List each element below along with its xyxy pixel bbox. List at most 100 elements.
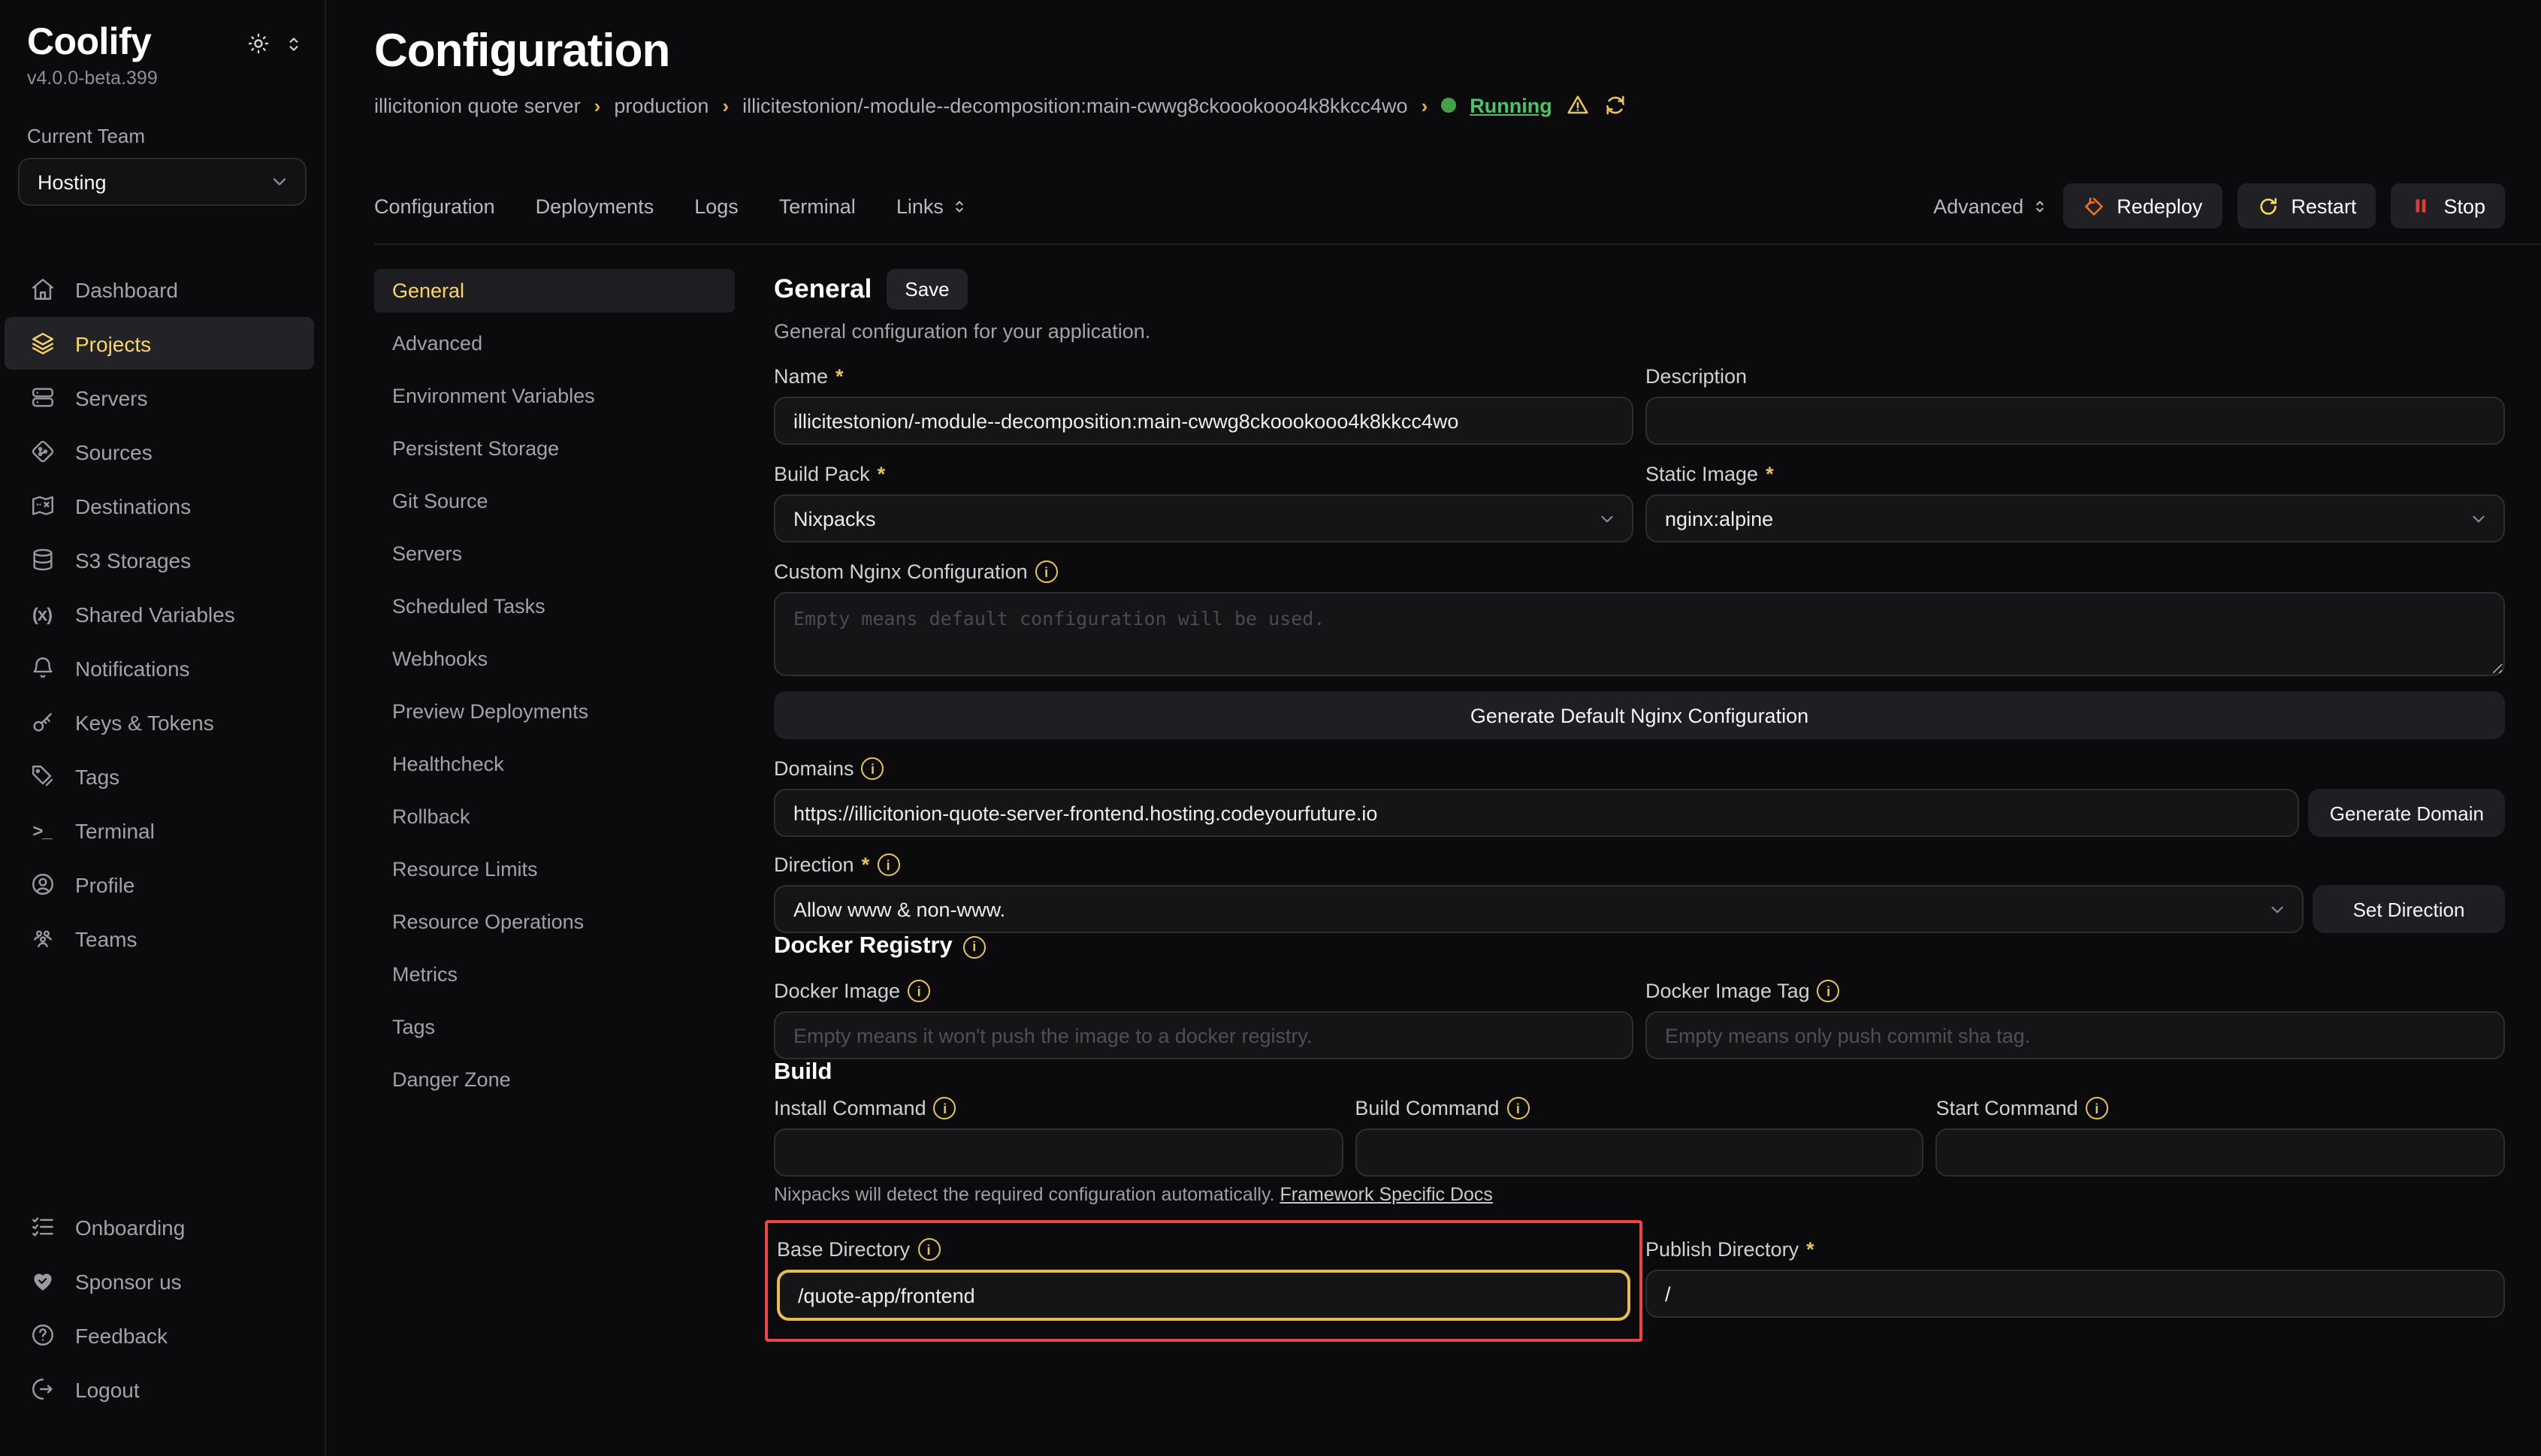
sidebar-item-keys-tokens[interactable]: Keys & Tokens [5,696,314,748]
tab-deployments[interactable]: Deployments [536,195,654,217]
version-switch-icon[interactable] [284,34,304,53]
domains-label: Domains [774,757,854,780]
restart-button[interactable]: Restart [2237,183,2376,228]
generate-domain-button[interactable]: Generate Domain [2309,789,2505,837]
sidebar-item-destinations[interactable]: Destinations [5,479,314,532]
app-logo[interactable]: Coolify [27,21,158,65]
sidebar-item-projects[interactable]: Projects [5,317,314,370]
tab-links[interactable]: Links [896,195,968,217]
sidebar-item-profile[interactable]: Profile [5,858,314,911]
required-asterisk: * [835,365,844,388]
team-select[interactable]: Hosting [18,158,307,206]
info-icon[interactable]: i [2086,1097,2108,1119]
theme-toggle-icon[interactable] [246,32,270,56]
config-menu-metrics[interactable]: Metrics [374,953,735,996]
publish-directory-label: Publish Directory [1645,1238,1799,1261]
direction-label: Direction [774,853,854,876]
generate-nginx-button[interactable]: Generate Default Nginx Configuration [774,691,2505,739]
custom-nginx-textarea[interactable] [774,592,2505,676]
team-select-value: Hosting [38,171,107,193]
build-command-input[interactable] [1355,1128,1923,1177]
sidebar-item-servers[interactable]: Servers [5,371,314,424]
sidebar-nav: Dashboard Projects Servers Sources Desti… [0,263,325,966]
sidebar-item-teams[interactable]: Teams [5,912,314,965]
docker-image-tag-input[interactable] [1645,1011,2505,1059]
domains-input[interactable] [774,789,2300,837]
current-team-label: Current Team [0,125,325,147]
config-menu-healthcheck[interactable]: Healthcheck [374,742,735,786]
config-menu-servers[interactable]: Servers [374,532,735,575]
config-menu-advanced[interactable]: Advanced [374,322,735,365]
sidebar-item-shared-variables[interactable]: (x) Shared Variables [5,588,314,640]
framework-docs-link[interactable]: Framework Specific Docs [1280,1184,1493,1205]
config-menu-danger-zone[interactable]: Danger Zone [374,1058,735,1101]
config-menu-tags[interactable]: Tags [374,1005,735,1049]
info-icon[interactable]: i [963,935,986,958]
sidebar-item-onboarding[interactable]: Onboarding [5,1201,314,1253]
config-menu-scheduled-tasks[interactable]: Scheduled Tasks [374,585,735,628]
config-menu-general[interactable]: General [374,269,735,313]
set-direction-button[interactable]: Set Direction [2313,885,2505,933]
stop-button[interactable]: Stop [2391,183,2505,228]
redeploy-button[interactable]: Redeploy [2062,183,2222,228]
config-menu-git-source[interactable]: Git Source [374,479,735,523]
info-icon[interactable]: i [1035,560,1058,583]
info-icon[interactable]: i [1506,1097,1529,1119]
heart-icon [29,1268,56,1294]
sidebar-item-terminal[interactable]: >_ Terminal [5,804,314,856]
config-menu-environment-variables[interactable]: Environment Variables [374,374,735,418]
config-menu-persistent-storage[interactable]: Persistent Storage [374,427,735,470]
info-icon[interactable]: i [877,853,899,876]
tab-logs[interactable]: Logs [694,195,739,217]
status-dot [1441,98,1456,113]
status-link[interactable]: Running [1470,94,1551,116]
sidebar-item-sources[interactable]: Sources [5,425,314,478]
publish-directory-input[interactable] [1645,1270,2505,1318]
tab-terminal[interactable]: Terminal [779,195,856,217]
info-icon[interactable]: i [862,757,884,780]
custom-nginx-label: Custom Nginx Configuration [774,560,1028,583]
direction-select[interactable]: Allow www & non-www. [774,885,2304,933]
breadcrumb-project[interactable]: illicitonion quote server [374,94,581,116]
advanced-dropdown[interactable]: Advanced [1933,195,2047,217]
map-icon [29,493,56,518]
warning-icon[interactable] [1566,93,1590,117]
config-menu-resource-limits[interactable]: Resource Limits [374,847,735,891]
config-menu-rollback[interactable]: Rollback [374,795,735,838]
static-image-select[interactable]: nginx:alpine [1645,494,2505,542]
info-icon[interactable]: i [1817,980,1840,1002]
required-asterisk: * [862,853,870,876]
config-menu-webhooks[interactable]: Webhooks [374,637,735,681]
sidebar-footer: Onboarding Sponsor us Feedback Logout [0,1201,325,1417]
build-pack-label: Build Pack [774,463,870,485]
config-menu-resource-operations[interactable]: Resource Operations [374,900,735,944]
sidebar-item-sponsor-us[interactable]: Sponsor us [5,1255,314,1307]
docker-image-input[interactable] [774,1011,1633,1059]
save-button[interactable]: Save [887,269,967,310]
info-icon[interactable]: i [917,1238,940,1261]
sidebar-item-s3-storages[interactable]: S3 Storages [5,533,314,586]
tab-configuration[interactable]: Configuration [374,195,495,217]
description-input[interactable] [1645,397,2505,445]
build-pack-select[interactable]: Nixpacks [774,494,1633,542]
sidebar-item-notifications[interactable]: Notifications [5,642,314,694]
base-directory-input[interactable] [777,1270,1630,1321]
info-icon[interactable]: i [908,980,930,1002]
layers-icon [29,331,56,356]
name-input[interactable] [774,397,1633,445]
info-icon[interactable]: i [934,1097,956,1119]
sidebar-item-feedback[interactable]: Feedback [5,1309,314,1361]
install-command-input[interactable] [774,1128,1343,1177]
sidebar-item-dashboard[interactable]: Dashboard [5,263,314,316]
config-menu-preview-deployments[interactable]: Preview Deployments [374,690,735,733]
docker-image-tag-label: Docker Image Tag [1645,980,1810,1002]
breadcrumb-resource[interactable]: illicitestonion/-module--decomposition:m… [742,94,1407,116]
sidebar-item-logout[interactable]: Logout [5,1363,314,1415]
bell-icon [29,655,56,681]
sidebar-item-tags[interactable]: Tags [5,750,314,802]
start-command-input[interactable] [1936,1128,2505,1177]
variables-icon: (x) [29,603,56,624]
docker-registry-title: Docker Registry [774,933,953,960]
refresh-status-icon[interactable] [1603,93,1627,117]
breadcrumb-environment[interactable]: production [614,94,709,116]
